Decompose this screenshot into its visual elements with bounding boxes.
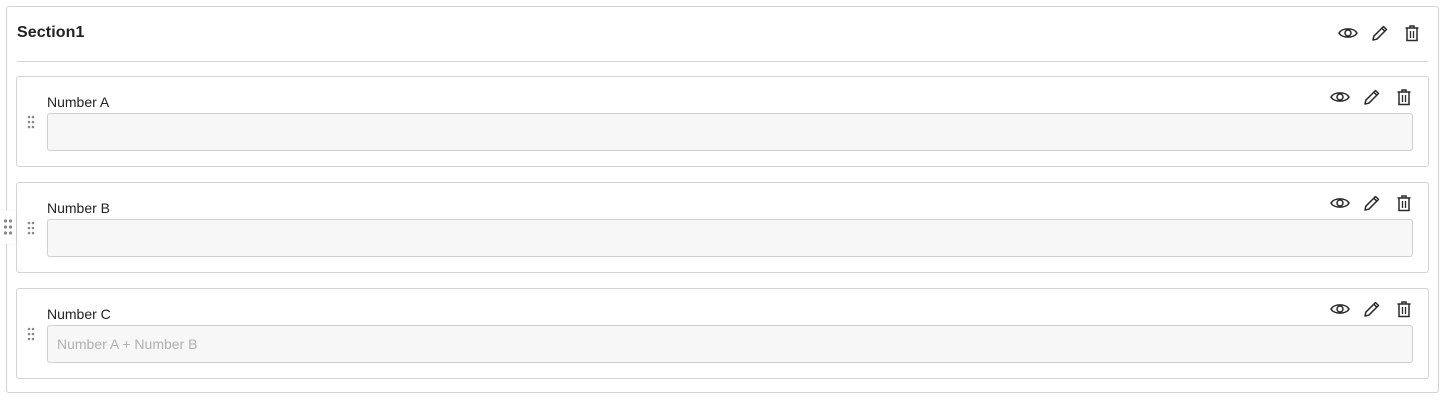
pencil-icon[interactable] — [1360, 86, 1384, 108]
eye-icon[interactable] — [1328, 86, 1352, 108]
section-card: Section1 Number A Number B Number C Numb… — [6, 6, 1439, 393]
section-title: Section1 — [17, 24, 85, 41]
section-pencil-icon[interactable] — [1368, 22, 1392, 44]
eye-icon[interactable] — [1328, 298, 1352, 320]
number-c-input[interactable] — [47, 325, 1413, 363]
field-label: Number B — [47, 200, 111, 216]
drag-handle-icon[interactable] — [25, 326, 37, 342]
trash-icon[interactable] — [1392, 86, 1416, 108]
number-a-input[interactable] — [47, 113, 1413, 151]
number-b-input[interactable] — [47, 219, 1413, 257]
pencil-icon[interactable] — [1360, 298, 1384, 320]
field-actions — [1328, 192, 1416, 214]
section-drag-handle-icon[interactable] — [0, 210, 16, 244]
field-actions — [1328, 298, 1416, 320]
drag-handle-icon[interactable] — [25, 220, 37, 236]
field-actions — [1328, 86, 1416, 108]
field-label: Number C — [47, 306, 111, 322]
field-card-number-c: Number C — [16, 288, 1429, 379]
section-eye-icon[interactable] — [1336, 22, 1360, 44]
trash-icon[interactable] — [1392, 298, 1416, 320]
field-label: Number A — [47, 94, 110, 110]
pencil-icon[interactable] — [1360, 192, 1384, 214]
section-actions — [1336, 22, 1424, 44]
section-header: Section1 — [17, 7, 1428, 62]
drag-handle-icon[interactable] — [25, 114, 37, 130]
field-card-number-b: Number B — [16, 182, 1429, 273]
eye-icon[interactable] — [1328, 192, 1352, 214]
section-trash-icon[interactable] — [1400, 22, 1424, 44]
trash-icon[interactable] — [1392, 192, 1416, 214]
field-card-number-a: Number A — [16, 76, 1429, 167]
